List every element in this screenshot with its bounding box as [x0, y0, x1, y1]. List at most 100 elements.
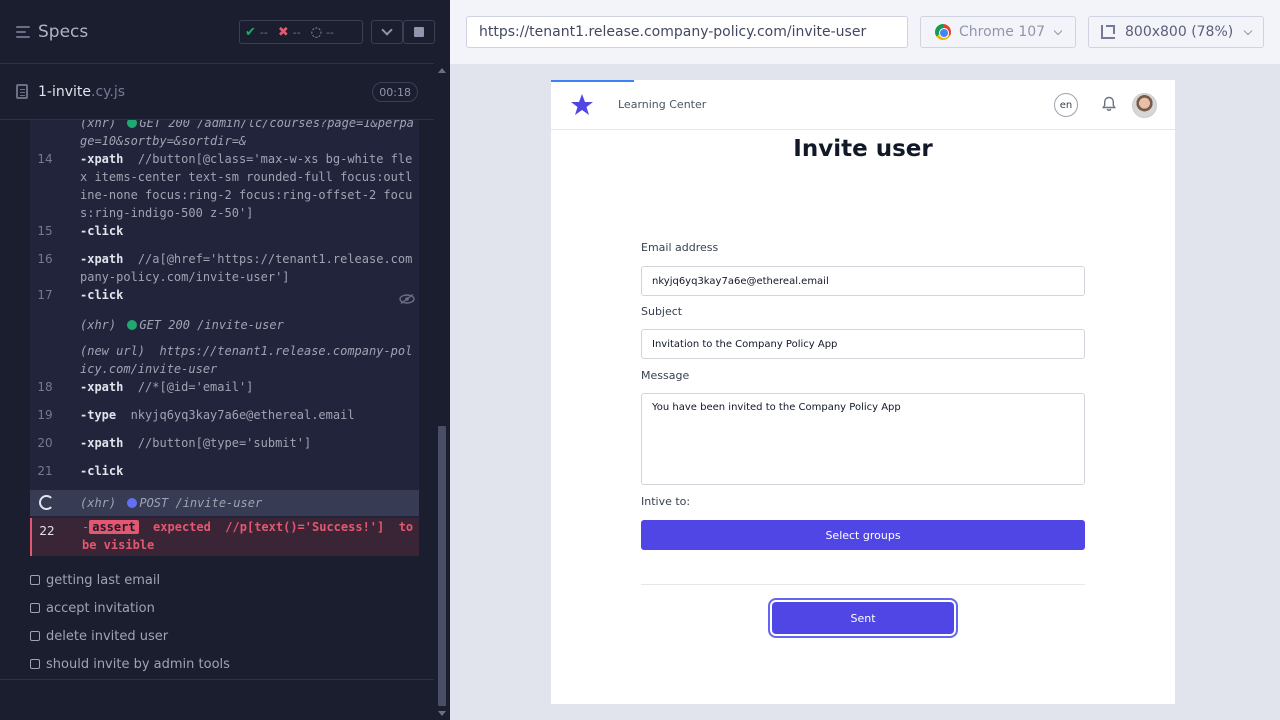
menu-icon	[16, 25, 30, 38]
command-message: //a[@href='https://tenant1.release.compa…	[80, 252, 413, 284]
email-label: Email address	[641, 241, 719, 254]
status-dot	[127, 320, 138, 330]
browser-selector[interactable]: Chrome 107	[920, 16, 1076, 48]
chrome-icon	[935, 24, 951, 40]
command-row[interactable]: 14 -xpath //button[@class='max-w-xs bg-w…	[30, 150, 419, 222]
viewport-size: 800x800	[1125, 24, 1187, 40]
viewport-scale: (78%)	[1191, 24, 1234, 40]
command-row[interactable]: 19 -type nkyjq6yq3kay7a6e@ethereal.email	[30, 406, 419, 424]
command-name: (new url)	[80, 344, 146, 358]
stop-button[interactable]	[403, 20, 435, 44]
document-icon	[16, 84, 28, 99]
command-row-failed[interactable]: 22 - assert expected //p[text()='Success!…	[30, 518, 419, 556]
app-iframe: Learning Center en Invite user Email add…	[551, 80, 1175, 704]
submit-button[interactable]: Sent	[772, 602, 954, 634]
invite-to-label: Intive to:	[641, 495, 691, 508]
command-message: GET 200 /invite-user	[139, 318, 284, 332]
star-logo-icon[interactable]	[570, 93, 594, 117]
select-groups-button[interactable]: Select groups	[641, 520, 1085, 550]
command-row[interactable]: (new url) https://tenant1.release.compan…	[30, 342, 419, 378]
chevron-down-icon	[1243, 26, 1253, 35]
passed-stat: ✔ --	[240, 25, 273, 40]
ruler-icon	[1101, 25, 1115, 39]
command-row[interactable]: 16 -xpath //a[@href='https://tenant1.rel…	[30, 250, 419, 286]
pending-stat: ◌ --	[306, 25, 339, 40]
command-message: //button[@class='max-w-xs bg-white flex …	[80, 152, 413, 220]
url-bar[interactable]: https://tenant1.release.company-policy.c…	[466, 16, 908, 48]
subject-label: Subject	[641, 305, 683, 318]
command-message: POST /invite-user	[139, 496, 263, 510]
reporter-panel: Specs ✔ -- ✖ -- ◌ -- 1-invite .cy.js 00:…	[0, 0, 450, 720]
checkbox-icon	[30, 631, 40, 641]
app-navbar: Learning Center en	[551, 80, 1175, 130]
reporter-scrollbar[interactable]	[436, 64, 450, 720]
command-message: //button[@type='submit']	[137, 436, 312, 450]
command-name: -type	[80, 408, 117, 422]
command-name: (xhr)	[80, 318, 117, 332]
page-title: Invite user	[793, 136, 933, 162]
command-row[interactable]: 21 -click	[30, 462, 419, 480]
passed-count: --	[259, 25, 268, 39]
command-row[interactable]: 18 -xpath //*[@id='email']	[30, 378, 419, 396]
command-name: (xhr)	[80, 120, 117, 130]
divider	[641, 584, 1085, 585]
checkbox-icon	[30, 575, 40, 585]
failed-count: --	[292, 25, 301, 39]
message-textarea[interactable]: You have been invited to the Company Pol…	[641, 393, 1085, 485]
test-item[interactable]: should invite by admin tools	[0, 650, 434, 678]
command-name: -xpath	[80, 380, 124, 394]
status-dot	[127, 498, 138, 508]
command-number: 15	[37, 224, 53, 238]
check-icon: ✔	[245, 24, 256, 40]
scroll-down-arrow-icon[interactable]	[438, 711, 446, 716]
brand-label[interactable]: Learning Center	[618, 98, 706, 111]
test-item[interactable]: accept invitation	[0, 594, 434, 622]
language-button[interactable]: en	[1054, 93, 1078, 117]
command-name: (xhr)	[80, 496, 117, 510]
command-name: -click	[80, 224, 124, 238]
checkbox-icon	[30, 659, 40, 669]
aut-header: https://tenant1.release.company-policy.c…	[450, 0, 1280, 64]
viewport-selector[interactable]: 800x800 (78%)	[1088, 16, 1264, 48]
status-dot	[127, 120, 138, 128]
failed-stat: ✖ --	[273, 25, 306, 40]
scroll-up-arrow-icon[interactable]	[438, 68, 446, 73]
spec-file-bar: 1-invite .cy.js 00:18	[0, 64, 434, 120]
eye-slash-icon[interactable]	[399, 294, 415, 304]
test-title: accept invitation	[46, 600, 155, 616]
page-progress-bar	[551, 80, 634, 82]
x-icon: ✖	[277, 24, 289, 40]
command-row[interactable]: 20 -xpath //button[@type='submit']	[30, 434, 419, 452]
stop-icon	[414, 27, 424, 37]
command-row[interactable]: (xhr) GET 200 /invite-user	[30, 316, 419, 334]
command-log: (xhr) GET 200 /admin/lc/courses?page=1&p…	[30, 120, 419, 556]
checkbox-icon	[30, 603, 40, 613]
command-name: -xpath	[80, 252, 124, 266]
scroll-thumb[interactable]	[438, 426, 446, 706]
command-number: 14	[37, 152, 53, 166]
test-title: should invite by admin tools	[46, 656, 230, 672]
loading-spinner-icon	[39, 495, 54, 510]
command-row-pending[interactable]: (xhr) POST /invite-user	[30, 490, 419, 516]
auto-scroll-button[interactable]	[371, 20, 403, 44]
command-number: 18	[37, 380, 53, 394]
command-message: //*[@id='email']	[137, 380, 254, 394]
command-name: -click	[80, 288, 124, 302]
test-item[interactable]: getting last email	[0, 566, 434, 594]
email-field[interactable]: nkyjq6yq3kay7a6e@ethereal.email	[641, 266, 1085, 296]
test-list: getting last email accept invitation del…	[0, 566, 434, 678]
aut-panel: https://tenant1.release.company-policy.c…	[450, 0, 1280, 720]
bell-icon[interactable]	[1101, 96, 1117, 112]
subject-field[interactable]: Invitation to the Company Policy App	[641, 329, 1085, 359]
spec-file-name[interactable]: 1-invite	[38, 84, 91, 100]
test-title: getting last email	[46, 572, 161, 588]
test-item[interactable]: delete invited user	[0, 622, 434, 650]
spec-file-ext: .cy.js	[91, 83, 126, 100]
specs-button[interactable]: Specs	[16, 22, 88, 42]
command-number: 22	[39, 524, 55, 538]
avatar[interactable]	[1132, 93, 1157, 118]
command-row[interactable]: 17 -click	[30, 286, 419, 304]
command-row[interactable]: 15 -click	[30, 222, 419, 240]
command-row[interactable]: (xhr) GET 200 /admin/lc/courses?page=1&p…	[30, 120, 419, 150]
stats-bar: ✔ -- ✖ -- ◌ --	[239, 20, 363, 44]
